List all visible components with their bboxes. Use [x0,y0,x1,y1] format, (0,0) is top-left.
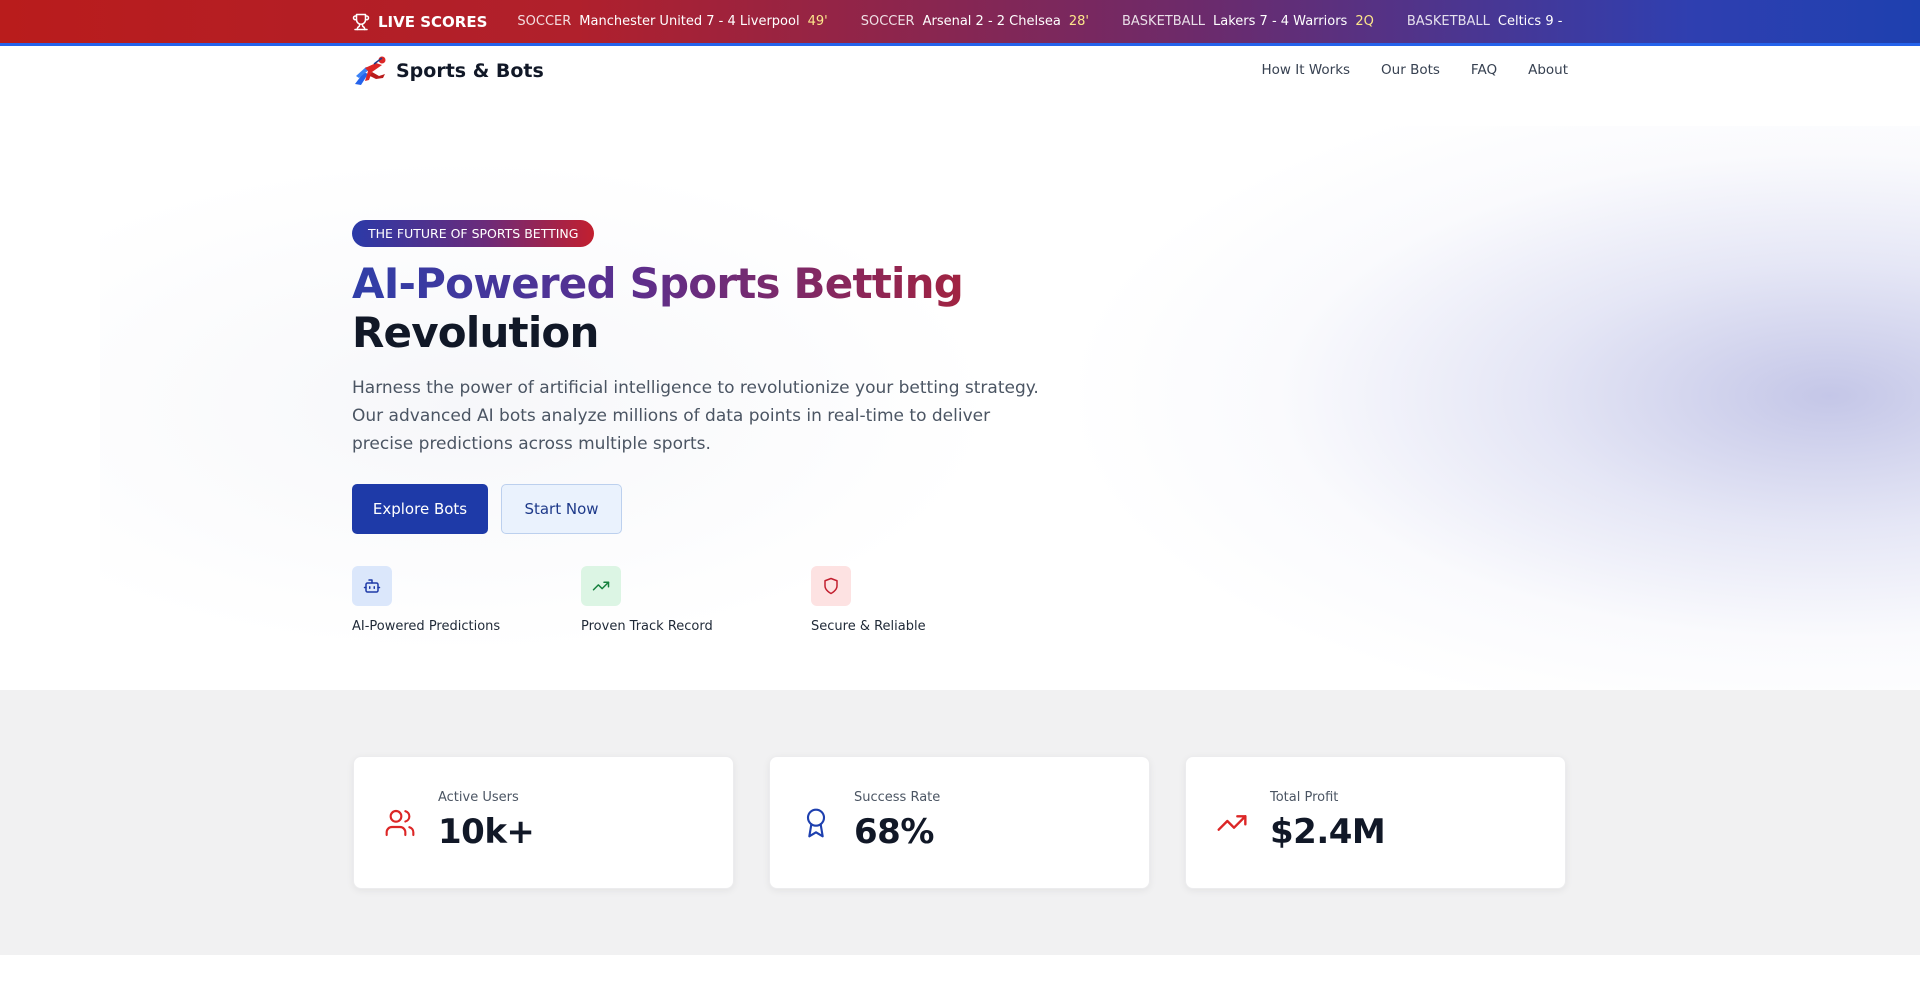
feature-label: Secure & Reliable [811,619,926,634]
hero-background-image [1080,126,1920,690]
main-nav: Sports & Bots How It Works Our Bots FAQ … [0,46,1920,96]
trending-up-icon [592,581,610,591]
stats-section: Active Users 10k+ Success Rate 68% Total… [0,690,1920,955]
users-icon [385,809,415,837]
score-sport: BASKETBALL [1121,14,1206,29]
nav-link-faq[interactable]: FAQ [1471,62,1497,78]
hero-headline-dark: Revolution [352,308,599,357]
feature-ai-predictions: AI-Powered Predictions [352,566,500,634]
score-sport: SOCCER [517,14,572,29]
score-match: Arsenal 2 - 2 Chelsea [922,14,1061,29]
nav-link-our-bots[interactable]: Our Bots [1381,62,1440,78]
hero-headline-gradient: AI-Powered Sports Betting [352,259,964,308]
hero-badge: THE FUTURE OF SPORTS BETTING [352,220,595,247]
start-now-button[interactable]: Start Now [501,484,622,534]
stat-label: Total Profit [1270,790,1339,805]
nav-link-about[interactable]: About [1528,62,1568,78]
feature-label: AI-Powered Predictions [352,619,501,634]
trending-up-icon [1217,815,1247,831]
stat-value: 10k+ [438,812,535,852]
brand-name: Sports & Bots [396,60,544,82]
nav-links: How It Works Our Bots FAQ About [1231,62,1568,78]
stat-card-success-rate: Success Rate 68% [769,756,1150,889]
stat-label: Success Rate [854,790,941,805]
stat-value: $2.4M [1270,812,1386,852]
feature-secure: Secure & Reliable [811,566,926,634]
hero-description: Harness the power of artificial intellig… [352,378,1039,454]
stat-card-total-profit: Total Profit $2.4M [1185,756,1566,889]
live-scores-track: LIVE SCORES SOCCER Manchester United 7 -… [352,0,1568,43]
runner-logo-icon [355,56,386,85]
score-item[interactable]: SOCCER Manchester United 7 - 4 Liverpool… [517,14,827,29]
shield-icon [824,577,838,595]
score-time: 2Q [1355,14,1374,29]
score-match: Celtics 9 - 1 Bull [1497,14,1568,29]
stat-label: Active Users [438,790,519,805]
nav-link-how-it-works[interactable]: How It Works [1262,62,1351,78]
award-icon [806,808,826,838]
live-scores-label: LIVE SCORES [352,13,487,31]
feature-icon-box [811,566,851,606]
hero-headline: AI-Powered Sports Betting Revolution [352,259,964,357]
score-match: Manchester United 7 - 4 Liverpool [579,14,800,29]
robot-icon [363,579,381,593]
feature-icon-box [352,566,392,606]
live-scores-bar: LIVE SCORES SOCCER Manchester United 7 -… [0,0,1920,46]
feature-icon-box [581,566,621,606]
score-item[interactable]: BASKETBALL Celtics 9 - 1 Bull [1407,14,1568,29]
feature-track-record: Proven Track Record [581,566,713,634]
brand-link[interactable]: Sports & Bots [352,54,544,88]
feature-label: Proven Track Record [581,619,713,634]
live-scores-title: LIVE SCORES [378,12,488,31]
hero-section: THE FUTURE OF SPORTS BETTING AI-Powered … [0,96,1920,690]
score-time: 49' [807,14,828,29]
score-match: Lakers 7 - 4 Warriors [1213,14,1348,29]
stat-card-active-users: Active Users 10k+ [353,756,734,889]
score-item[interactable]: BASKETBALL Lakers 7 - 4 Warriors 2Q [1122,14,1374,29]
explore-bots-button[interactable]: Explore Bots [352,484,488,534]
score-sport: SOCCER [860,14,915,29]
score-sport: BASKETBALL [1406,14,1490,29]
score-item[interactable]: SOCCER Arsenal 2 - 2 Chelsea 28' [861,14,1089,29]
stat-value: 68% [854,812,934,852]
trophy-icon [352,13,370,30]
score-time: 28' [1068,14,1089,29]
